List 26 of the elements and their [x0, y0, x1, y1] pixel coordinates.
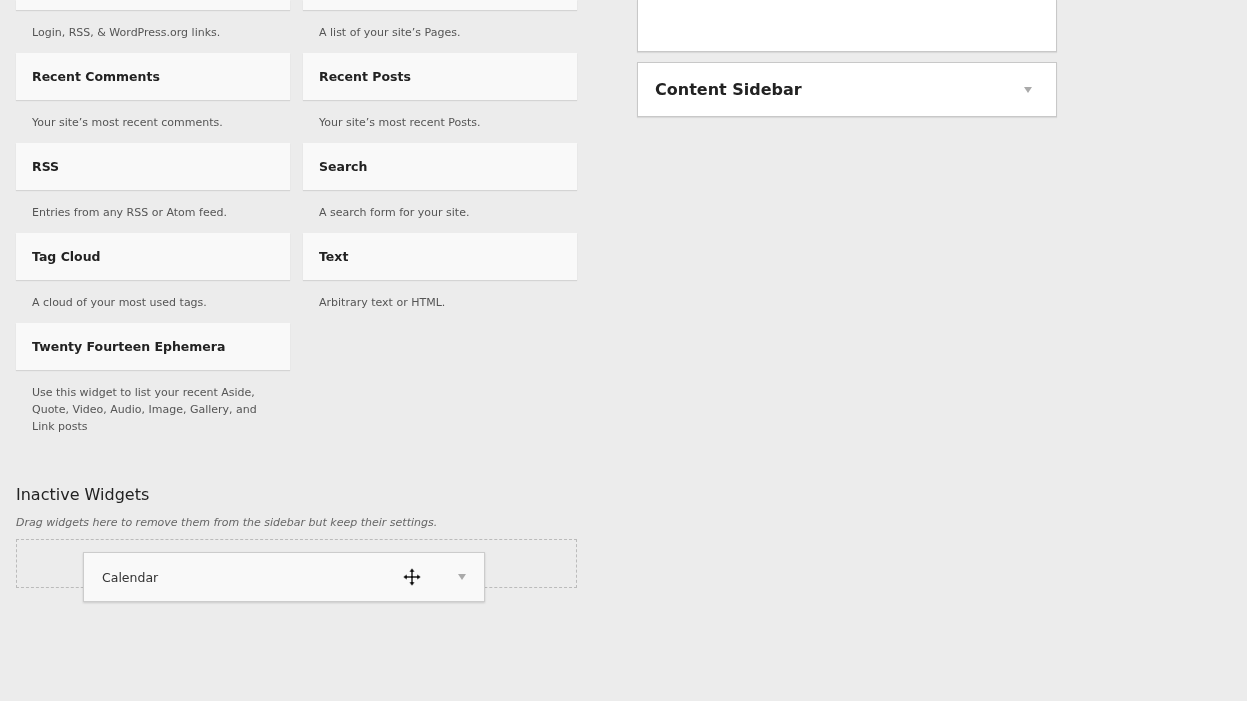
widget-card[interactable]: Tag Cloud	[16, 233, 290, 280]
hint-text: Drag widgets here to remove them from the sidebar but keep their settings.	[16, 516, 439, 529]
widget-description: A list of your site’s Pages.	[318, 25, 462, 41]
widget-description: A search form for your site.	[318, 205, 471, 221]
widget-description: Your site’s most recent comments.	[31, 115, 224, 131]
widget-card[interactable]: Search	[303, 143, 577, 190]
widget-card[interactable]: Recent Posts	[303, 53, 577, 100]
widget-card[interactable]: Twenty Fourteen Ephemera	[16, 323, 290, 370]
widget-card[interactable]: RSS	[16, 143, 290, 190]
widget-description: A cloud of your most used tags.	[31, 295, 208, 311]
widget-description: Entries from any RSS or Atom feed.	[31, 205, 228, 221]
widget-description: Login, RSS, & WordPress.org links.	[31, 25, 222, 41]
arrow-icon[interactable]	[458, 574, 466, 580]
widget-card[interactable]	[303, 0, 577, 10]
widget-description: Arbitrary text or HTML.	[318, 295, 447, 311]
arrow-icon[interactable]	[1024, 86, 1032, 93]
widget-description: Your site’s most recent Posts.	[318, 115, 482, 131]
widget-description: Use this widget to list your recent Aside, Quote, Video, Audio, Image, Gallery, and Link posts	[31, 385, 258, 435]
widget-card[interactable]: Recent Comments	[16, 53, 290, 100]
sidebar-panel[interactable]: Content Sidebar	[637, 62, 1057, 117]
widget-card[interactable]	[16, 0, 290, 10]
widget-card[interactable]: Calendar	[83, 552, 485, 602]
sidebar-panel[interactable]	[637, 0, 1057, 52]
widget-card[interactable]: Text	[303, 233, 577, 280]
section-heading: Inactive Widgets	[16, 485, 151, 504]
move-cursor-icon	[402, 567, 422, 587]
